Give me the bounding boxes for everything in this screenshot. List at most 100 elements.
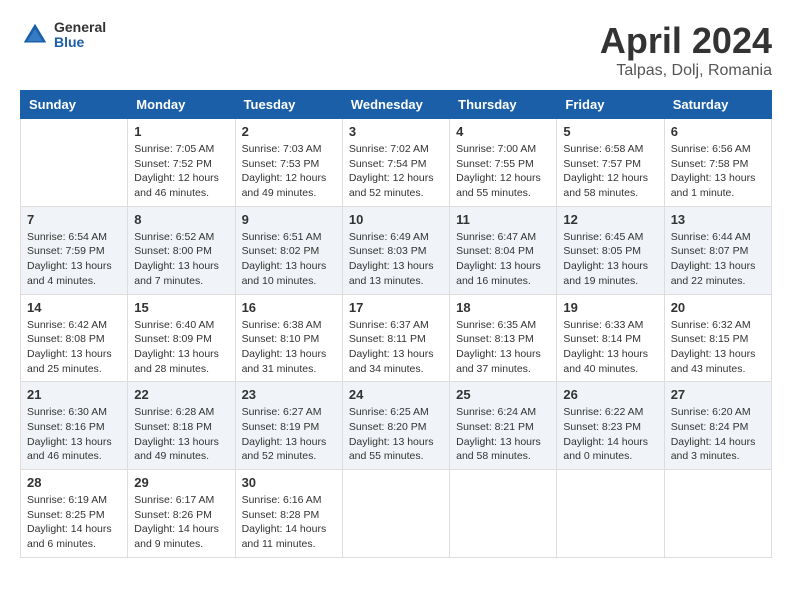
day-number: 14	[27, 300, 121, 315]
calendar-cell: 6Sunrise: 6:56 AM Sunset: 7:58 PM Daylig…	[664, 119, 771, 207]
logo-icon	[20, 20, 50, 50]
day-number: 2	[242, 124, 336, 139]
calendar-cell: 18 Sunrise: 6:35 AM Sunset: 8:13 PM Dayli…	[450, 294, 557, 382]
day-number: 19	[563, 300, 657, 315]
calendar-cell: 27Sunrise: 6:20 AM Sunset: 8:24 PM Dayli…	[664, 382, 771, 470]
column-header-monday: Monday	[128, 91, 235, 119]
day-number: 8	[134, 212, 228, 227]
day-number: 3	[349, 124, 443, 139]
day-number: 15	[134, 300, 228, 315]
day-detail: Sunrise: 6:44 AM Sunset: 8:07 PM Dayligh…	[671, 230, 765, 289]
calendar-cell: 4 Sunrise: 7:00 AM Sunset: 7:55 PM Daylig…	[450, 119, 557, 207]
calendar-cell: 5 Sunrise: 6:58 AM Sunset: 7:57 PM Daylig…	[557, 119, 664, 207]
calendar-cell: 15 Sunrise: 6:40 AM Sunset: 8:09 PM Dayli…	[128, 294, 235, 382]
calendar-cell	[450, 470, 557, 558]
day-number: 11	[456, 212, 550, 227]
calendar-cell: 14 Sunrise: 6:42 AM Sunset: 8:08 PM Dayli…	[21, 294, 128, 382]
column-header-tuesday: Tuesday	[235, 91, 342, 119]
calendar-cell: 11 Sunrise: 6:47 AM Sunset: 8:04 PM Dayli…	[450, 206, 557, 294]
day-number: 12	[563, 212, 657, 227]
page-header: General Blue April 2024 Talpas, Dolj, Ro…	[20, 20, 772, 80]
calendar-week-row: 14 Sunrise: 6:42 AM Sunset: 8:08 PM Dayli…	[21, 294, 772, 382]
calendar-cell: 24Sunrise: 6:25 AM Sunset: 8:20 PM Dayli…	[342, 382, 449, 470]
calendar-cell	[664, 470, 771, 558]
calendar-cell: 7Sunrise: 6:54 AM Sunset: 7:59 PM Daylig…	[21, 206, 128, 294]
day-detail: Sunrise: 6:58 AM Sunset: 7:57 PM Dayligh…	[563, 142, 657, 201]
calendar-cell: 20 Sunrise: 6:32 AM Sunset: 8:15 PM Dayli…	[664, 294, 771, 382]
calendar-week-row: 21 Sunrise: 6:30 AM Sunset: 8:16 PM Dayli…	[21, 382, 772, 470]
day-number: 28	[27, 475, 121, 490]
day-detail: Sunrise: 7:03 AM Sunset: 7:53 PM Dayligh…	[242, 142, 336, 201]
calendar-cell: 8 Sunrise: 6:52 AM Sunset: 8:00 PM Daylig…	[128, 206, 235, 294]
day-detail: Sunrise: 6:25 AM Sunset: 8:20 PM Dayligh…	[349, 405, 443, 464]
column-header-saturday: Saturday	[664, 91, 771, 119]
day-number: 23	[242, 387, 336, 402]
day-detail: Sunrise: 6:56 AM Sunset: 7:58 PM Dayligh…	[671, 142, 765, 201]
day-detail: Sunrise: 6:20 AM Sunset: 8:24 PM Dayligh…	[671, 405, 765, 464]
calendar-week-row: 28 Sunrise: 6:19 AM Sunset: 8:25 PM Dayli…	[21, 470, 772, 558]
calendar-cell: 28 Sunrise: 6:19 AM Sunset: 8:25 PM Dayli…	[21, 470, 128, 558]
month-title: April 2024	[600, 20, 772, 62]
calendar-cell: 25Sunrise: 6:24 AM Sunset: 8:21 PM Dayli…	[450, 382, 557, 470]
day-detail: Sunrise: 6:32 AM Sunset: 8:15 PM Dayligh…	[671, 318, 765, 377]
title-block: April 2024 Talpas, Dolj, Romania	[600, 20, 772, 80]
day-detail: Sunrise: 6:45 AM Sunset: 8:05 PM Dayligh…	[563, 230, 657, 289]
day-detail: Sunrise: 6:19 AM Sunset: 8:25 PM Dayligh…	[27, 493, 121, 552]
day-detail: Sunrise: 6:33 AM Sunset: 8:14 PM Dayligh…	[563, 318, 657, 377]
day-detail: Sunrise: 6:16 AM Sunset: 8:28 PM Dayligh…	[242, 493, 336, 552]
calendar-cell: 26 Sunrise: 6:22 AM Sunset: 8:23 PM Dayli…	[557, 382, 664, 470]
calendar-cell: 19 Sunrise: 6:33 AM Sunset: 8:14 PM Dayli…	[557, 294, 664, 382]
day-number: 29	[134, 475, 228, 490]
calendar-cell: 16 Sunrise: 6:38 AM Sunset: 8:10 PM Dayli…	[235, 294, 342, 382]
day-detail: Sunrise: 6:30 AM Sunset: 8:16 PM Dayligh…	[27, 405, 121, 464]
day-number: 21	[27, 387, 121, 402]
day-detail: Sunrise: 6:27 AM Sunset: 8:19 PM Dayligh…	[242, 405, 336, 464]
day-number: 20	[671, 300, 765, 315]
day-detail: Sunrise: 6:40 AM Sunset: 8:09 PM Dayligh…	[134, 318, 228, 377]
calendar-cell: 22Sunrise: 6:28 AM Sunset: 8:18 PM Dayli…	[128, 382, 235, 470]
day-number: 18	[456, 300, 550, 315]
column-header-friday: Friday	[557, 91, 664, 119]
day-detail: Sunrise: 7:02 AM Sunset: 7:54 PM Dayligh…	[349, 142, 443, 201]
calendar-cell: 13 Sunrise: 6:44 AM Sunset: 8:07 PM Dayli…	[664, 206, 771, 294]
calendar-cell: 12 Sunrise: 6:45 AM Sunset: 8:05 PM Dayli…	[557, 206, 664, 294]
calendar-cell: 3 Sunrise: 7:02 AM Sunset: 7:54 PM Daylig…	[342, 119, 449, 207]
day-detail: Sunrise: 7:05 AM Sunset: 7:52 PM Dayligh…	[134, 142, 228, 201]
day-number: 26	[563, 387, 657, 402]
calendar-cell: 2 Sunrise: 7:03 AM Sunset: 7:53 PM Daylig…	[235, 119, 342, 207]
day-detail: Sunrise: 6:17 AM Sunset: 8:26 PM Dayligh…	[134, 493, 228, 552]
day-detail: Sunrise: 6:37 AM Sunset: 8:11 PM Dayligh…	[349, 318, 443, 377]
day-detail: Sunrise: 6:42 AM Sunset: 8:08 PM Dayligh…	[27, 318, 121, 377]
calendar-cell: 9Sunrise: 6:51 AM Sunset: 8:02 PM Daylig…	[235, 206, 342, 294]
day-detail: Sunrise: 6:47 AM Sunset: 8:04 PM Dayligh…	[456, 230, 550, 289]
day-number: 1	[134, 124, 228, 139]
day-number: 9	[242, 212, 336, 227]
day-detail: Sunrise: 6:28 AM Sunset: 8:18 PM Dayligh…	[134, 405, 228, 464]
calendar-cell	[21, 119, 128, 207]
day-number: 5	[563, 124, 657, 139]
day-number: 13	[671, 212, 765, 227]
day-detail: Sunrise: 7:00 AM Sunset: 7:55 PM Dayligh…	[456, 142, 550, 201]
day-detail: Sunrise: 6:22 AM Sunset: 8:23 PM Dayligh…	[563, 405, 657, 464]
day-number: 16	[242, 300, 336, 315]
calendar-cell: 29 Sunrise: 6:17 AM Sunset: 8:26 PM Dayli…	[128, 470, 235, 558]
calendar-cell: 30Sunrise: 6:16 AM Sunset: 8:28 PM Dayli…	[235, 470, 342, 558]
calendar-week-row: 7Sunrise: 6:54 AM Sunset: 7:59 PM Daylig…	[21, 206, 772, 294]
day-detail: Sunrise: 6:52 AM Sunset: 8:00 PM Dayligh…	[134, 230, 228, 289]
calendar-cell: 23 Sunrise: 6:27 AM Sunset: 8:19 PM Dayli…	[235, 382, 342, 470]
day-number: 4	[456, 124, 550, 139]
calendar-cell: 1 Sunrise: 7:05 AM Sunset: 7:52 PM Daylig…	[128, 119, 235, 207]
calendar-cell: 10Sunrise: 6:49 AM Sunset: 8:03 PM Dayli…	[342, 206, 449, 294]
day-detail: Sunrise: 6:54 AM Sunset: 7:59 PM Dayligh…	[27, 230, 121, 289]
day-detail: Sunrise: 6:38 AM Sunset: 8:10 PM Dayligh…	[242, 318, 336, 377]
calendar-cell: 21 Sunrise: 6:30 AM Sunset: 8:16 PM Dayli…	[21, 382, 128, 470]
location: Talpas, Dolj, Romania	[600, 62, 772, 80]
day-detail: Sunrise: 6:49 AM Sunset: 8:03 PM Dayligh…	[349, 230, 443, 289]
column-header-thursday: Thursday	[450, 91, 557, 119]
calendar-cell	[342, 470, 449, 558]
day-number: 17	[349, 300, 443, 315]
day-detail: Sunrise: 6:35 AM Sunset: 8:13 PM Dayligh…	[456, 318, 550, 377]
logo-blue-text: Blue	[54, 35, 106, 50]
logo-text: General Blue	[54, 20, 106, 51]
day-detail: Sunrise: 6:24 AM Sunset: 8:21 PM Dayligh…	[456, 405, 550, 464]
